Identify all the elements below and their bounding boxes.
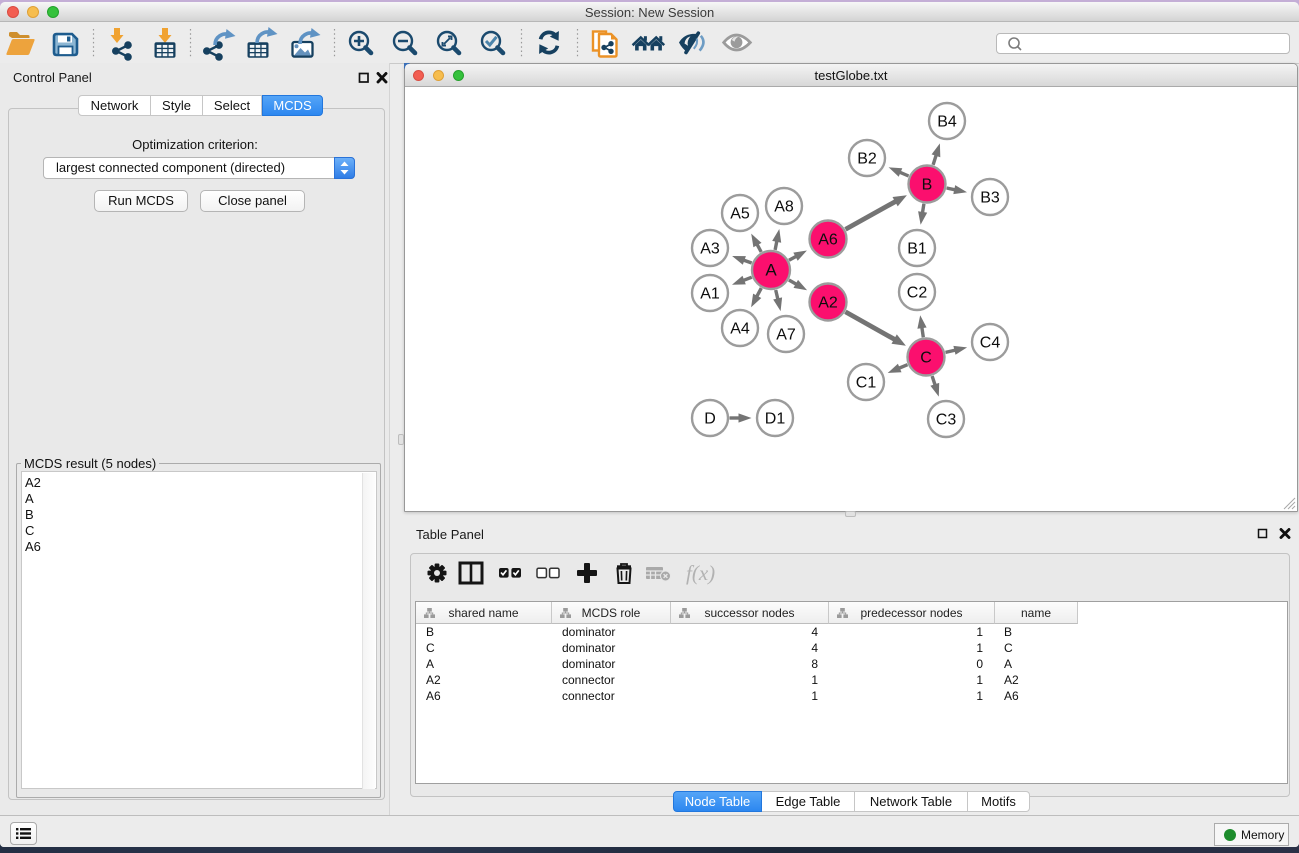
svg-text:C4: C4 (980, 335, 1001, 352)
svg-text:C3: C3 (936, 412, 957, 429)
svg-text:A5: A5 (730, 206, 750, 223)
svg-text:A4: A4 (730, 321, 750, 338)
svg-text:A: A (765, 261, 777, 280)
svg-text:A3: A3 (700, 241, 720, 258)
svg-text:A8: A8 (774, 199, 794, 216)
svg-text:A6: A6 (818, 232, 838, 249)
svg-text:A2: A2 (818, 295, 838, 312)
svg-text:B: B (922, 177, 933, 194)
svg-text:C: C (920, 350, 932, 367)
svg-text:C2: C2 (907, 285, 928, 302)
svg-text:D: D (704, 411, 716, 428)
svg-text:B4: B4 (937, 114, 957, 131)
svg-text:D1: D1 (765, 411, 786, 428)
svg-text:f(x): f(x) (686, 561, 715, 585)
svg-text:A7: A7 (776, 327, 796, 344)
svg-text:B1: B1 (907, 241, 927, 258)
svg-text:B2: B2 (857, 151, 877, 168)
svg-text:C1: C1 (856, 375, 877, 392)
svg-text:B3: B3 (980, 190, 1000, 207)
svg-text:A1: A1 (700, 286, 720, 303)
